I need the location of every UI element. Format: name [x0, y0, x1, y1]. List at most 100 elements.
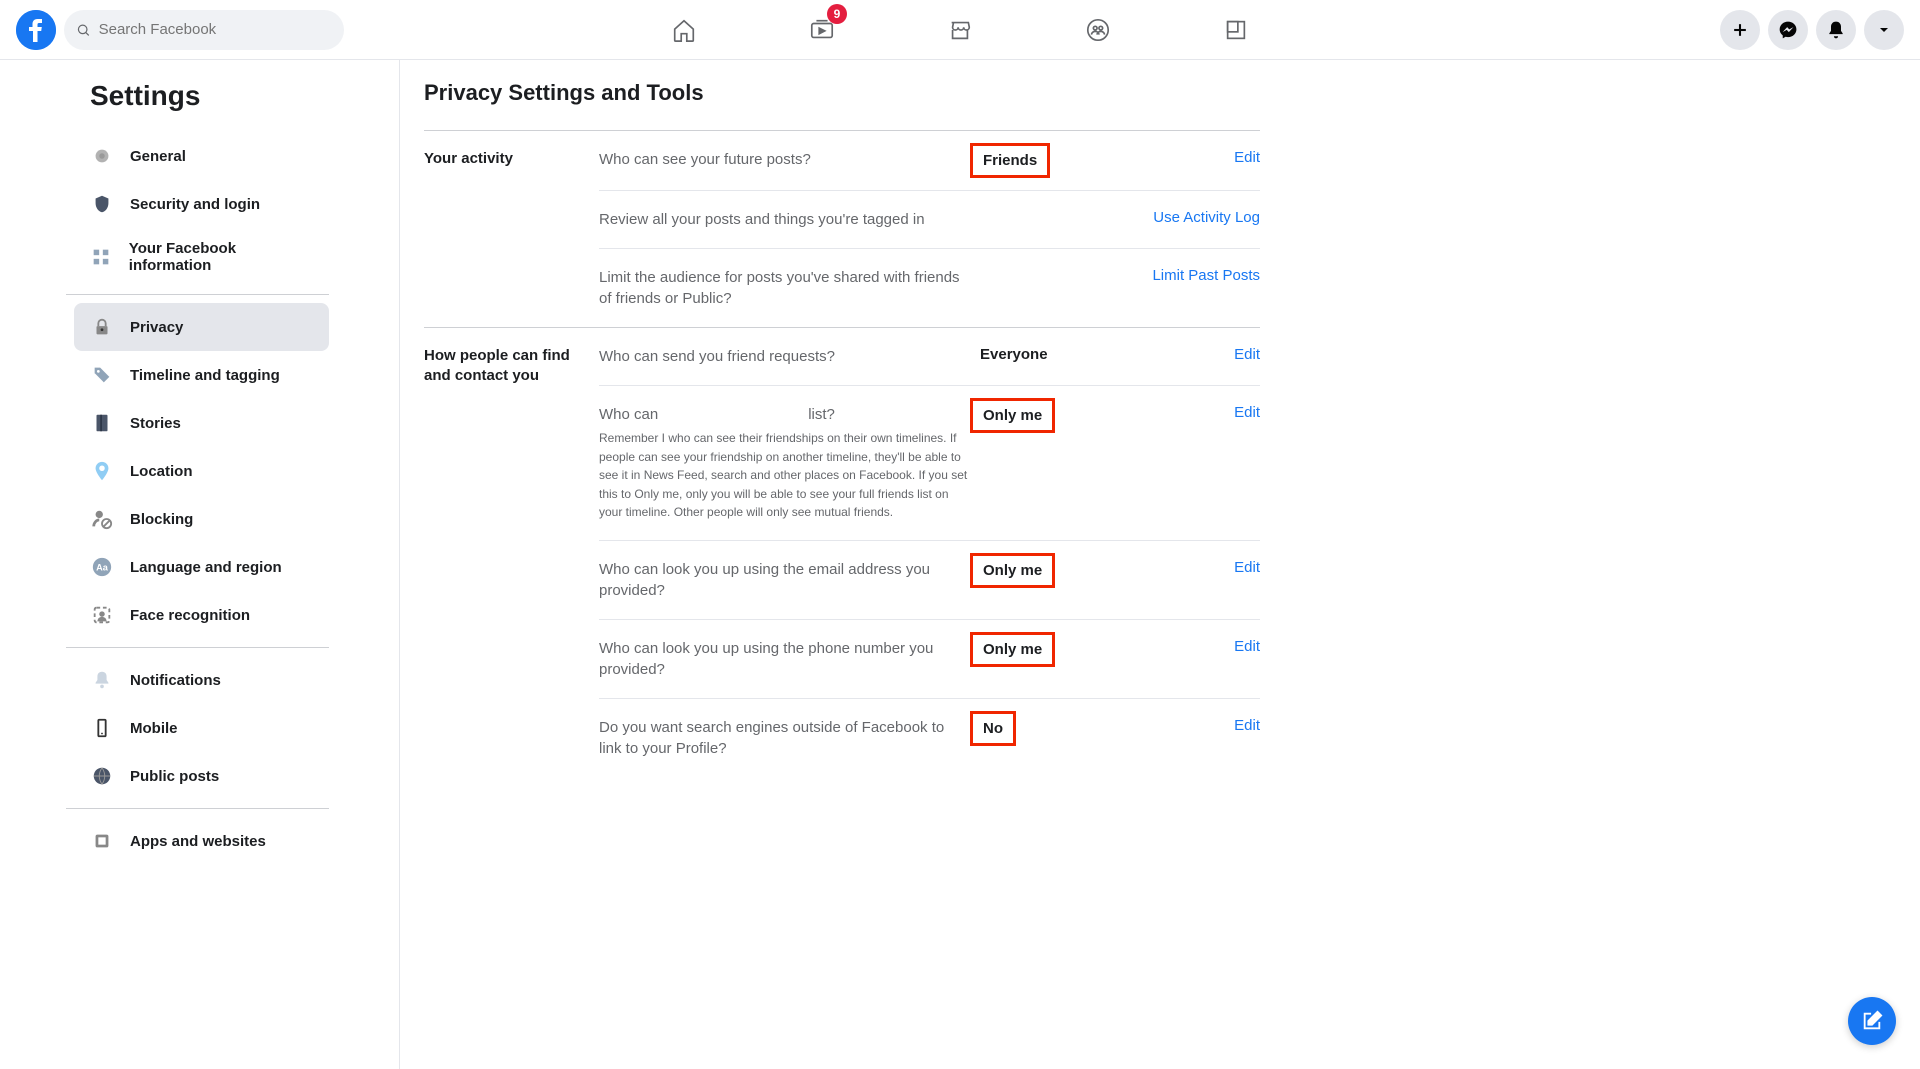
- setting-row: Who can send you friend requests?Everyon…: [599, 328, 1260, 386]
- setting-row: Who can see your future posts?FriendsEdi…: [599, 131, 1260, 191]
- sidebar-item-label: Blocking: [130, 511, 193, 528]
- setting-action-link[interactable]: Edit: [1100, 346, 1260, 363]
- grid-icon: [90, 245, 113, 269]
- sidebar-item-general[interactable]: General: [74, 132, 329, 180]
- setting-row: Who can look you up using the phone numb…: [599, 620, 1260, 699]
- compose-fab[interactable]: [1848, 997, 1896, 1045]
- sidebar-item-security-and-login[interactable]: Security and login: [74, 180, 329, 228]
- create-button[interactable]: [1720, 10, 1760, 50]
- watch-badge: 9: [827, 4, 847, 24]
- sidebar-item-label: Privacy: [130, 319, 183, 336]
- section: Your activityWho can see your future pos…: [424, 130, 1260, 327]
- nav-gaming[interactable]: [1171, 0, 1301, 59]
- setting-value: Everyone: [980, 346, 1100, 363]
- phone-icon: [90, 716, 114, 740]
- messenger-button[interactable]: [1768, 10, 1808, 50]
- face-icon: [90, 603, 114, 627]
- section: How people can find and contact youWho c…: [424, 327, 1260, 777]
- sidebar-item-label: Language and region: [130, 559, 282, 576]
- sidebar-item-location[interactable]: Location: [74, 447, 329, 495]
- nav-marketplace[interactable]: [895, 0, 1025, 59]
- setting-row: Do you want search engines outside of Fa…: [599, 699, 1260, 777]
- account-button[interactable]: [1864, 10, 1904, 50]
- setting-row: Who can list?Remember I who can see thei…: [599, 386, 1260, 541]
- setting-action-link[interactable]: Edit: [1100, 717, 1260, 734]
- setting-question: Who can send you friend requests?: [599, 346, 980, 367]
- setting-question: Limit the audience for posts you've shar…: [599, 267, 980, 309]
- nav-groups[interactable]: [1033, 0, 1163, 59]
- content: Privacy Settings and Tools Your activity…: [400, 60, 1360, 1069]
- setting-action-link[interactable]: Edit: [1100, 149, 1260, 166]
- setting-action-link[interactable]: Edit: [1100, 404, 1260, 421]
- notifications-button[interactable]: [1816, 10, 1856, 50]
- search-input[interactable]: [99, 21, 332, 38]
- sidebar-item-your-facebook-information[interactable]: Your Facebook information: [74, 228, 329, 286]
- sidebar-item-face-recognition[interactable]: Face recognition: [74, 591, 329, 639]
- sidebar-item-blocking[interactable]: Blocking: [74, 495, 329, 543]
- nav-home[interactable]: [619, 0, 749, 59]
- facebook-logo[interactable]: [16, 10, 56, 50]
- sidebar-item-label: Timeline and tagging: [130, 367, 280, 384]
- lock-icon: [90, 315, 114, 339]
- setting-question: Who can look you up using the phone numb…: [599, 638, 980, 680]
- sidebar-item-label: Face recognition: [130, 607, 250, 624]
- sidebar-item-label: Location: [130, 463, 193, 480]
- sidebar-item-label: General: [130, 148, 186, 165]
- sidebar-item-privacy[interactable]: Privacy: [74, 303, 329, 351]
- lang-icon: Aa: [90, 555, 114, 579]
- sidebar-item-language-and-region[interactable]: Aa Language and region: [74, 543, 329, 591]
- setting-action-link[interactable]: Use Activity Log: [1100, 209, 1260, 226]
- section-label: Your activity: [424, 131, 599, 327]
- setting-value: No: [980, 717, 1100, 740]
- gear-icon: [90, 144, 114, 168]
- sidebar-item-label: Public posts: [130, 768, 219, 785]
- sidebar-item-label: Notifications: [130, 672, 221, 689]
- top-left: [16, 10, 356, 50]
- sidebar-item-apps-and-websites[interactable]: Apps and websites: [74, 817, 329, 865]
- sidebar-item-label: Mobile: [130, 720, 178, 737]
- sidebar-item-label: Stories: [130, 415, 181, 432]
- setting-action-link[interactable]: Edit: [1100, 638, 1260, 655]
- shield-icon: [90, 192, 114, 216]
- top-nav: 9: [0, 0, 1920, 60]
- page-title: Privacy Settings and Tools: [424, 80, 1260, 106]
- apps-icon: [90, 829, 114, 853]
- setting-question: Do you want search engines outside of Fa…: [599, 717, 980, 759]
- sidebar-title: Settings: [90, 80, 329, 112]
- setting-question: Who can look you up using the email addr…: [599, 559, 980, 601]
- block-icon: [90, 507, 114, 531]
- setting-value: Only me: [980, 638, 1100, 661]
- setting-value: Only me: [980, 559, 1100, 582]
- sidebar-item-mobile[interactable]: Mobile: [74, 704, 329, 752]
- sidebar-item-label: Apps and websites: [130, 833, 266, 850]
- book-icon: [90, 411, 114, 435]
- sidebar-item-notifications[interactable]: Notifications: [74, 656, 329, 704]
- setting-question: Who can see your future posts?: [599, 149, 980, 170]
- setting-question: Review all your posts and things you're …: [599, 209, 980, 230]
- sidebar-item-stories[interactable]: Stories: [74, 399, 329, 447]
- top-nav-tabs: 9: [619, 0, 1301, 59]
- bell-icon: [90, 668, 114, 692]
- svg-text:Aa: Aa: [96, 563, 109, 573]
- tag-icon: [90, 363, 114, 387]
- sidebar-item-timeline-and-tagging[interactable]: Timeline and tagging: [74, 351, 329, 399]
- sidebar: Settings General Security and login Your F…: [0, 60, 400, 1069]
- sidebar-item-public-posts[interactable]: Public posts: [74, 752, 329, 800]
- globe-icon: [90, 764, 114, 788]
- section-label: How people can find and contact you: [424, 328, 599, 777]
- setting-action-link[interactable]: Edit: [1100, 559, 1260, 576]
- sidebar-item-label: Security and login: [130, 196, 260, 213]
- setting-row: Limit the audience for posts you've shar…: [599, 249, 1260, 327]
- setting-action-link[interactable]: Limit Past Posts: [1100, 267, 1260, 284]
- setting-question: Who can list?Remember I who can see thei…: [599, 404, 980, 522]
- search-box[interactable]: [64, 10, 344, 50]
- setting-row: Who can look you up using the email addr…: [599, 541, 1260, 620]
- setting-row: Review all your posts and things you're …: [599, 191, 1260, 249]
- nav-watch[interactable]: 9: [757, 0, 887, 59]
- setting-value: Only me: [980, 404, 1100, 427]
- search-icon: [76, 22, 91, 38]
- sidebar-item-label: Your Facebook information: [129, 240, 313, 274]
- setting-value: Friends: [980, 149, 1100, 172]
- pin-icon: [90, 459, 114, 483]
- top-right: [1720, 10, 1904, 50]
